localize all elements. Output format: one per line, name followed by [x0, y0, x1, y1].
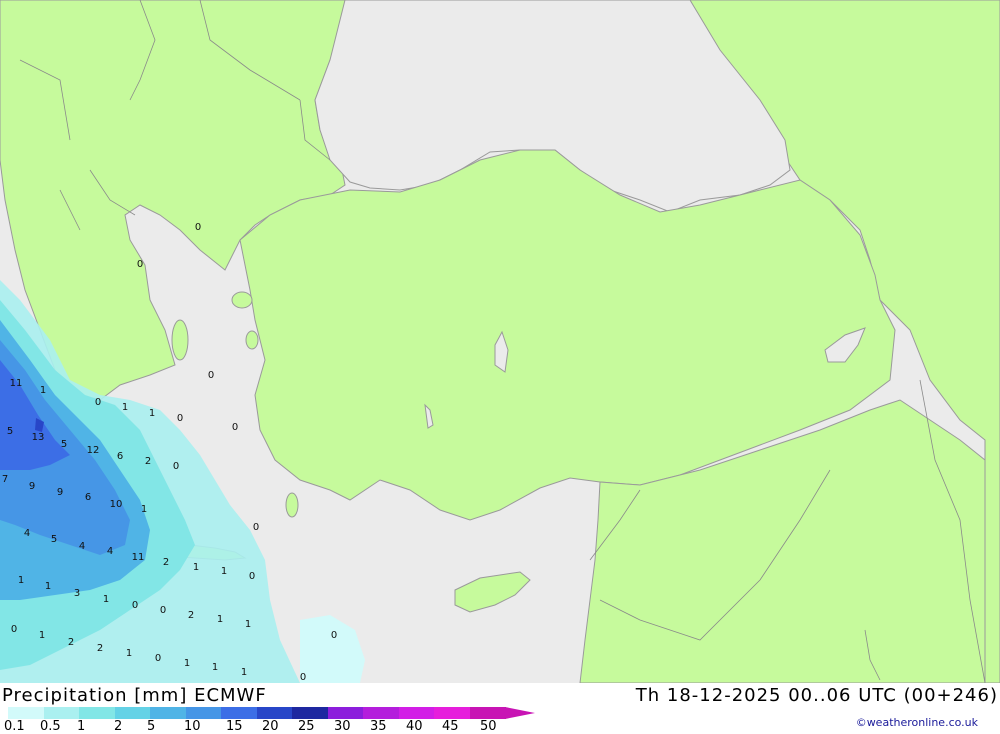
precip-value-label: 2	[163, 557, 169, 568]
precip-value-label: 1	[39, 630, 45, 641]
precip-value-label: 1	[122, 402, 128, 413]
precip-value-label: 1	[193, 562, 199, 573]
precip-value-label: 1	[141, 504, 147, 515]
precip-value-label: 0	[155, 653, 161, 664]
precip-value-label: 9	[29, 481, 35, 492]
precip-value-label: 5	[51, 534, 57, 545]
precip-value-label: 0	[95, 397, 101, 408]
legend-swatch	[327, 707, 364, 719]
legend-swatch	[398, 707, 435, 719]
lesbos-island	[231, 291, 253, 309]
precip-value-label: 7	[2, 474, 8, 485]
precip-value-label: 0	[173, 461, 179, 472]
precip-value-label: 5	[7, 426, 13, 437]
legend-label: 20	[262, 719, 279, 734]
precip-value-label: 0	[11, 624, 17, 635]
precip-value-label: 10	[110, 499, 123, 510]
precip-value-label: 0	[232, 422, 238, 433]
legend-label: 15	[226, 719, 243, 734]
legend-swatch	[256, 707, 293, 719]
precip-value-label: 1	[217, 614, 223, 625]
precip-value-label: 0	[300, 672, 306, 683]
legend-label: 50	[480, 719, 497, 734]
precip-value-label: 11	[132, 552, 145, 563]
precip-value-label: 0	[132, 600, 138, 611]
legend-swatch	[469, 707, 506, 719]
precip-value-label: 6	[85, 492, 91, 503]
precip-value-label: 11	[10, 378, 23, 389]
precip-value-label: 2	[188, 610, 194, 621]
precip-value-label: 9	[57, 487, 63, 498]
map-footer: Precipitation [mm] ECMWF Th 18-12-2025 0…	[0, 683, 1000, 734]
precip-value-label: 1	[245, 619, 251, 630]
precip-value-label: 1	[45, 581, 51, 592]
legend-label: 45	[442, 719, 459, 734]
legend-label: 10	[184, 719, 201, 734]
legend-label: 1	[77, 719, 86, 734]
legend-swatch	[150, 707, 187, 719]
map-title: Precipitation [mm] ECMWF	[2, 685, 267, 706]
legend-swatch	[292, 707, 329, 719]
precip-value-label: 6	[117, 451, 123, 462]
forecast-datetime: Th 18-12-2025 00..06 UTC (00+246)	[635, 685, 998, 706]
precip-value-label: 1	[184, 658, 190, 669]
legend-label: 0.1	[4, 719, 25, 734]
precip-value-label: 1	[221, 566, 227, 577]
legend-label: 40	[406, 719, 423, 734]
precip-value-label: 1	[212, 662, 218, 673]
legend-label: 35	[370, 719, 387, 734]
precip-value-label: 4	[107, 546, 113, 557]
precip-value-label: 0	[195, 222, 201, 233]
chios-island	[245, 330, 259, 350]
precip-value-label: 0	[249, 571, 255, 582]
precip-value-label: 2	[68, 637, 74, 648]
precip-value-label: 5	[61, 439, 67, 450]
legend-swatch	[114, 707, 151, 719]
precip-value-label: 0	[331, 630, 337, 641]
precip-value-label: 4	[79, 541, 85, 552]
legend-label: 0.5	[40, 719, 61, 734]
precip-value-label: 1	[40, 385, 46, 396]
precip-value-label: 1	[18, 575, 24, 586]
legend-swatch	[43, 707, 80, 719]
precip-value-label: 0	[253, 522, 259, 533]
rhodes-island	[285, 492, 299, 518]
precip-value-label: 0	[160, 605, 166, 616]
precip-value-label: 13	[32, 432, 45, 443]
legend-swatch	[221, 707, 258, 719]
precip-value-label: 1	[241, 667, 247, 678]
legend-arrow	[505, 707, 535, 719]
legend-swatch	[363, 707, 400, 719]
precip-value-label: 2	[145, 456, 151, 467]
precip-value-label: 4	[24, 528, 30, 539]
legend-label: 25	[298, 719, 315, 734]
legend-swatch	[79, 707, 116, 719]
precip-value-label: 12	[87, 445, 100, 456]
legend-swatch	[434, 707, 471, 719]
precip-value-label: 3	[74, 588, 80, 599]
precip-value-label: 1	[103, 594, 109, 605]
precip-value-label: 1	[149, 408, 155, 419]
legend-swatch	[8, 707, 45, 719]
precip-value-label: 1	[126, 648, 132, 659]
legend-swatch	[185, 707, 222, 719]
credit-link[interactable]: ©weatheronline.co.uk	[856, 716, 978, 729]
evia-island	[171, 319, 189, 361]
legend-label: 30	[334, 719, 351, 734]
precip-value-label: 0	[177, 413, 183, 424]
legend-label: 5	[147, 719, 156, 734]
legend-label: 2	[114, 719, 123, 734]
precipitation-map: 001110 11 005135126 2 00799 610 1454 411 2 1 1 0011…	[0, 0, 1000, 683]
precip-value-label: 2	[97, 643, 103, 654]
precip-value-label: 0	[137, 259, 143, 270]
precip-value-label: 0	[208, 370, 214, 381]
